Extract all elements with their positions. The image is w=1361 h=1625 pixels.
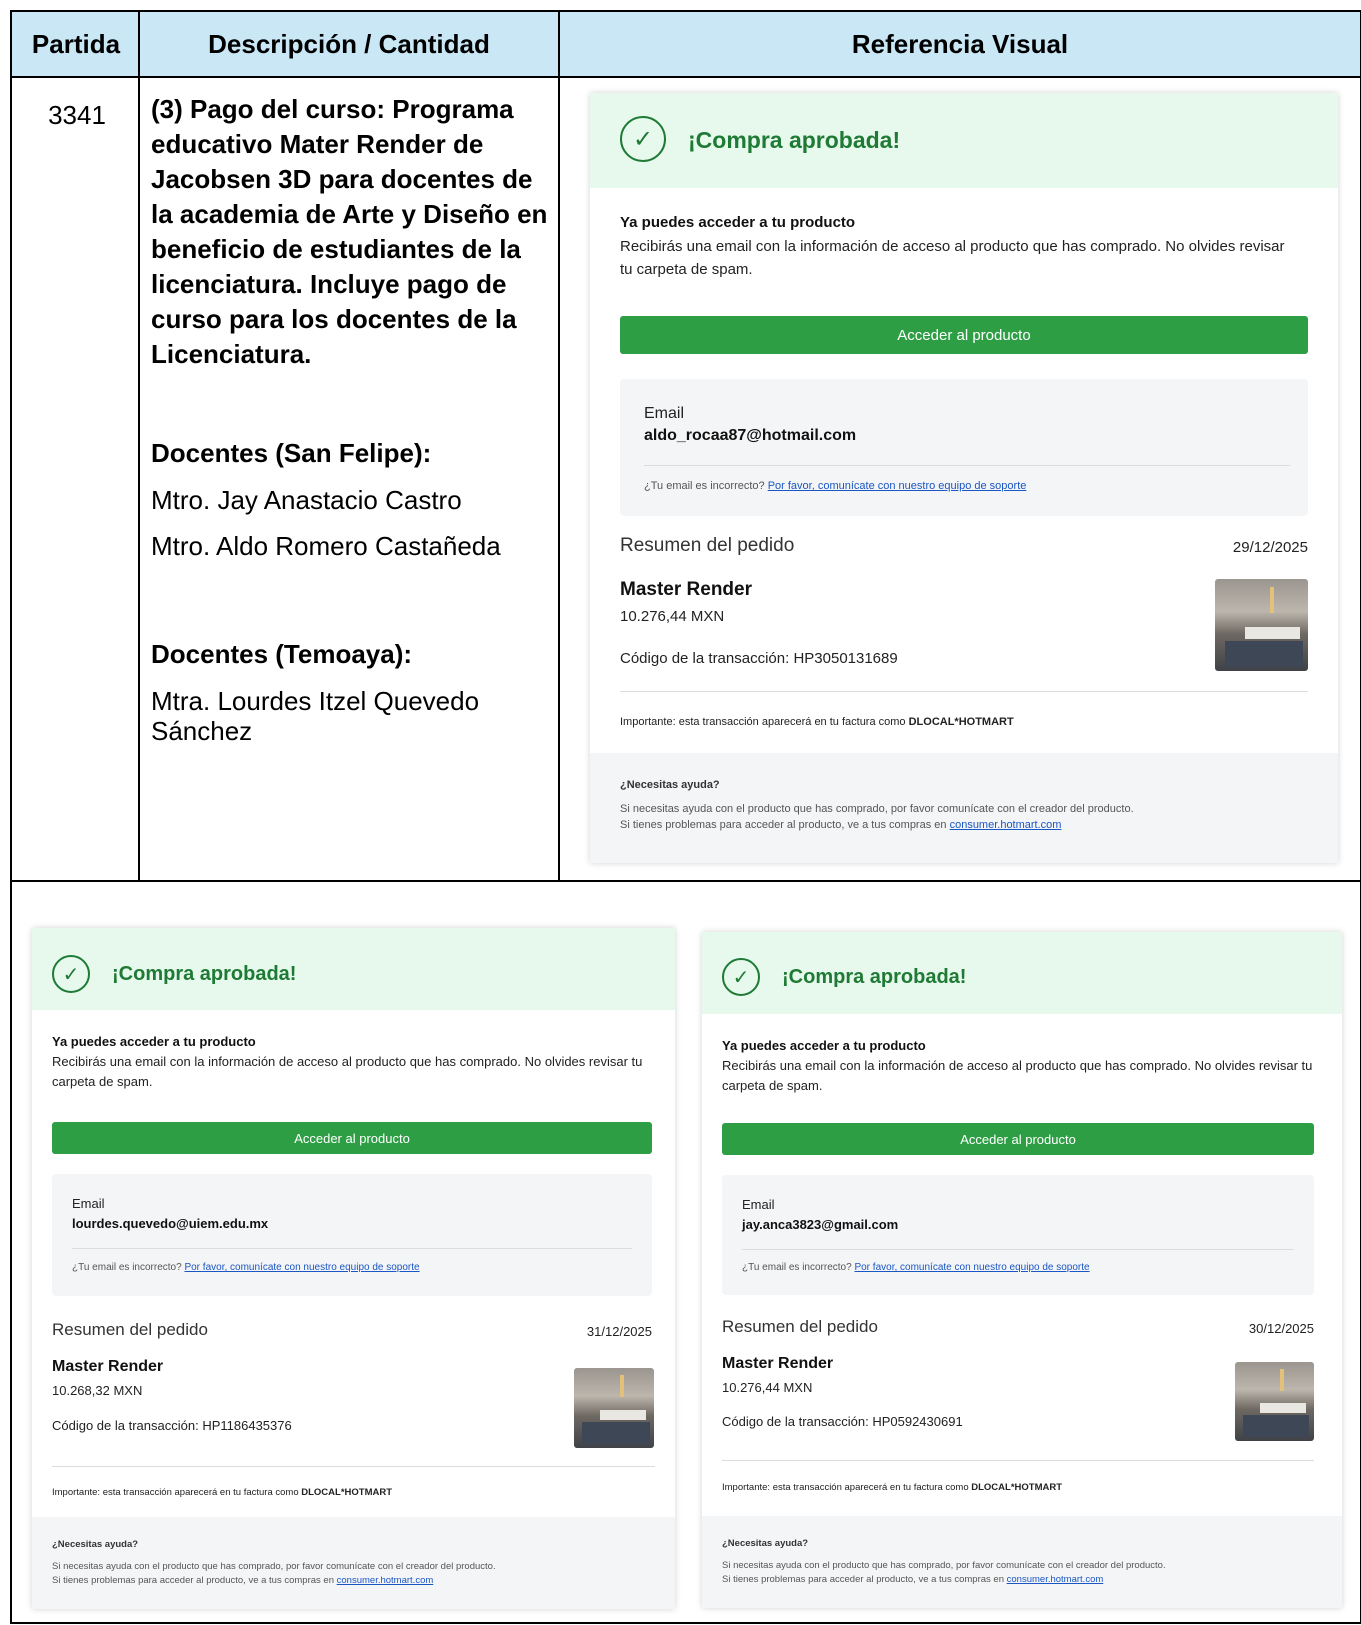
access-product-button[interactable]: Acceder al producto — [52, 1122, 652, 1154]
help-title: ¿Necesitas ayuda? — [52, 1539, 139, 1550]
hotmart-link[interactable]: consumer.hotmart.com — [1007, 1574, 1104, 1585]
product-thumbnail — [574, 1368, 654, 1448]
group-title: Docentes (Temoaya): — [151, 639, 413, 669]
order-date: 31/12/2025 — [586, 1324, 652, 1339]
divider — [52, 1466, 655, 1467]
product-price: 10.268,32 MXN — [52, 1383, 143, 1398]
important-note: Importante: esta transacción aparecerá e… — [722, 1482, 1063, 1493]
help-line2: Si tienes problemas para acceder al prod… — [620, 819, 1062, 831]
group-title: Docentes (San Felipe): — [151, 438, 432, 468]
hotmart-link[interactable]: consumer.hotmart.com — [950, 819, 1062, 831]
divider — [72, 1248, 632, 1249]
email-label: Email — [742, 1197, 775, 1212]
person-name: Mtro. Aldo Romero Castañeda — [151, 531, 501, 561]
approved-banner: ✓ ¡Compra aprobada! — [590, 93, 1338, 188]
support-link[interactable]: Por favor, comunícate con nuestro equipo… — [184, 1262, 419, 1273]
table-header: Partida Descripción / Cantidad Referenci… — [12, 12, 1360, 78]
approved-title: ¡Compra aprobada! — [112, 963, 297, 985]
help-title: ¿Necesitas ayuda? — [722, 1538, 809, 1549]
transaction-code: Código de la transacción: HP1186435376 — [52, 1418, 292, 1433]
product-name: Master Render — [620, 579, 752, 600]
check-circle-icon: ✓ — [722, 958, 760, 996]
support-link[interactable]: Por favor, comunícate con nuestro equipo… — [854, 1262, 1089, 1273]
order-date: 29/12/2025 — [1232, 539, 1308, 556]
partida-number: 3341 — [48, 100, 106, 130]
help-line2: Si tienes problemas para acceder al prod… — [52, 1575, 434, 1586]
description-cell: (3) Pago del curso: Programa educativo M… — [151, 92, 551, 746]
access-heading: Ya puedes acceder a tu producto — [620, 214, 856, 231]
important-note: Importante: esta transacción aparecerá e… — [52, 1487, 393, 1498]
divider — [644, 465, 1290, 466]
access-text: Recibirás una email con la información d… — [620, 238, 1285, 278]
email-box: Email jay.anca3823@gmail.com ¿Tu email e… — [722, 1175, 1314, 1295]
access-heading: Ya puedes acceder a tu producto — [52, 1034, 256, 1049]
product-thumbnail — [1215, 579, 1308, 671]
product-price: 10.276,44 MXN — [620, 608, 725, 625]
access-text: Recibirás una email con la información d… — [722, 1058, 1313, 1093]
access-product-button[interactable]: Acceder al producto — [620, 316, 1308, 354]
divider — [12, 880, 1360, 882]
email-value: jay.anca3823@gmail.com — [742, 1217, 899, 1232]
email-value: lourdes.quevedo@uiem.edu.mx — [72, 1216, 269, 1231]
divider — [620, 691, 1308, 692]
summary-label: Resumen del pedido — [620, 535, 795, 556]
divider — [558, 12, 560, 882]
email-box: Email lourdes.quevedo@uiem.edu.mx ¿Tu em… — [52, 1174, 652, 1296]
divider — [722, 1460, 1314, 1461]
access-text: Recibirás una email con la información d… — [52, 1054, 643, 1089]
hotmart-link[interactable]: consumer.hotmart.com — [337, 1575, 434, 1586]
approved-title: ¡Compra aprobada! — [782, 966, 967, 988]
help-footer: ¿Necesitas ayuda? Si necesitas ayuda con… — [702, 1516, 1342, 1608]
access-product-button[interactable]: Acceder al producto — [722, 1123, 1314, 1155]
help-footer: ¿Necesitas ayuda? Si necesitas ayuda con… — [32, 1517, 675, 1609]
divider — [742, 1249, 1294, 1250]
summary-label: Resumen del pedido — [52, 1320, 208, 1339]
header-descripcion: Descripción / Cantidad — [208, 28, 490, 59]
header-partida: Partida — [31, 28, 121, 59]
person-name: Mtro. Jay Anastacio Castro — [151, 485, 462, 515]
transaction-code: Código de la transacción: HP0592430691 — [722, 1414, 963, 1429]
receipt-card: ✓ ¡Compra aprobada! Ya puedes acceder a … — [590, 93, 1338, 863]
approved-banner: ✓ ¡Compra aprobada! — [32, 928, 675, 1010]
approved-banner: ✓ ¡Compra aprobada! — [702, 932, 1342, 1014]
product-name: Master Render — [52, 1358, 164, 1375]
help-title: ¿Necesitas ayuda? — [620, 779, 720, 791]
help-line1: Si necesitas ayuda con el producto que h… — [620, 803, 1134, 815]
email-label: Email — [644, 405, 685, 422]
check-circle-icon: ✓ — [620, 116, 666, 162]
transaction-code: Código de la transacción: HP3050131689 — [620, 650, 898, 667]
email-wrong-note: ¿Tu email es incorrecto? Por favor, comu… — [742, 1262, 1090, 1273]
access-heading: Ya puedes acceder a tu producto — [722, 1038, 926, 1053]
email-box: Email aldo_rocaa87@hotmail.com ¿Tu email… — [620, 379, 1308, 516]
email-value: aldo_rocaa87@hotmail.com — [644, 427, 857, 444]
email-label: Email — [72, 1196, 105, 1211]
email-wrong-note: ¿Tu email es incorrecto? Por favor, comu… — [644, 480, 1027, 492]
divider — [138, 12, 140, 882]
order-date: 30/12/2025 — [1248, 1321, 1314, 1336]
receipt-card: ✓ ¡Compra aprobada! Ya puedes acceder a … — [32, 928, 675, 1609]
receipt-card: ✓ ¡Compra aprobada! Ya puedes acceder a … — [702, 932, 1342, 1608]
check-circle-icon: ✓ — [52, 955, 90, 993]
person-name: Mtra. Lourdes Itzel Quevedo Sánchez — [151, 686, 480, 746]
product-name: Master Render — [722, 1355, 834, 1372]
item-description: (3) Pago del curso: Programa educativo M… — [151, 94, 548, 369]
summary-label: Resumen del pedido — [722, 1317, 878, 1336]
email-wrong-note: ¿Tu email es incorrecto? Por favor, comu… — [72, 1262, 420, 1273]
help-line1: Si necesitas ayuda con el producto que h… — [722, 1560, 1166, 1571]
help-line1: Si necesitas ayuda con el producto que h… — [52, 1561, 496, 1572]
header-referencia: Referencia Visual — [851, 28, 1069, 59]
approved-title: ¡Compra aprobada! — [688, 127, 901, 153]
help-footer: ¿Necesitas ayuda? Si necesitas ayuda con… — [590, 753, 1338, 863]
help-line2: Si tienes problemas para acceder al prod… — [722, 1574, 1104, 1585]
product-price: 10.276,44 MXN — [722, 1380, 813, 1395]
support-link[interactable]: Por favor, comunícate con nuestro equipo… — [768, 480, 1027, 492]
important-note: Importante: esta transacción aparecerá e… — [620, 716, 1014, 728]
product-thumbnail — [1235, 1362, 1314, 1441]
